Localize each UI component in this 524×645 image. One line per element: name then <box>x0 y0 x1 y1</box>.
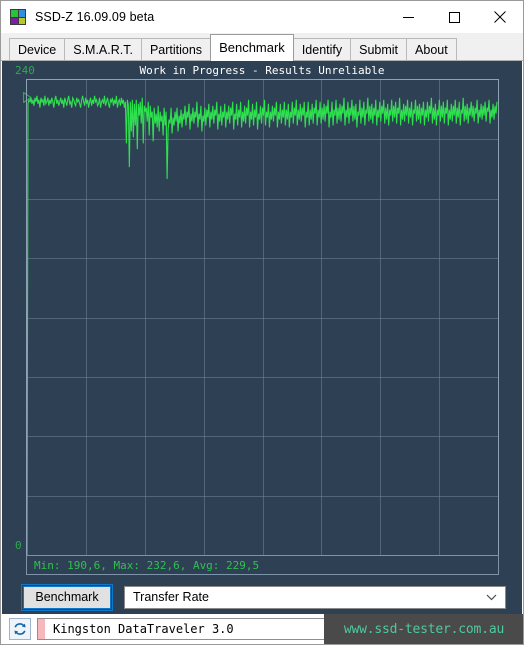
benchmark-stats-text: Min: 190,6, Max: 232,6, Avg: 229,5 <box>34 558 260 572</box>
tab-smart[interactable]: S.M.A.R.T. <box>64 38 142 60</box>
tab-partitions[interactable]: Partitions <box>140 38 212 60</box>
title-bar: SSD-Z 16.09.09 beta <box>1 1 523 33</box>
tab-identify[interactable]: Identify <box>292 38 352 60</box>
window-title: SSD-Z 16.09.09 beta <box>35 10 155 24</box>
tab-benchmark[interactable]: Benchmark <box>210 34 294 61</box>
tab-submit[interactable]: Submit <box>350 38 408 60</box>
chevron-down-icon <box>486 588 497 606</box>
graph-title: Work in Progress - Results Unreliable <box>139 64 385 77</box>
benchmark-panel: Work in Progress - Results Unreliable 24… <box>2 61 522 614</box>
y-axis-max-label: 240 <box>15 64 35 77</box>
benchmark-run-button[interactable]: Benchmark <box>21 583 113 611</box>
benchmark-stats: Min: 190,6, Max: 232,6, Avg: 229,5 <box>26 555 499 575</box>
benchmark-graph <box>26 79 499 556</box>
window-controls <box>385 1 523 33</box>
trace-cursor-icon <box>16 92 32 103</box>
benchmark-mode-value: Transfer Rate <box>133 590 209 604</box>
tab-device[interactable]: Device <box>9 38 66 60</box>
refresh-icon[interactable] <box>9 618 31 640</box>
y-axis-min-label: 0 <box>15 539 22 552</box>
close-button[interactable] <box>477 1 523 33</box>
benchmark-mode-select[interactable]: Transfer Rate <box>124 585 506 609</box>
device-name-text: Kingston DataTraveler 3.0 <box>53 622 234 636</box>
maximize-button[interactable] <box>431 1 477 33</box>
minimize-button[interactable] <box>385 1 431 33</box>
device-status-swatch <box>38 619 45 639</box>
tab-about[interactable]: About <box>406 38 457 60</box>
ssdz-logo-icon <box>10 9 26 25</box>
benchmark-controls: Benchmark Transfer Rate <box>2 580 522 614</box>
site-watermark: www.ssd-tester.com.au <box>324 614 523 644</box>
ssdz-window: SSD-Z 16.09.09 beta Device S.M.A.R.T. Pa… <box>0 0 524 645</box>
watermark-text: www.ssd-tester.com.au <box>343 621 505 637</box>
tab-bar: Device S.M.A.R.T. Partitions Benchmark I… <box>1 33 523 61</box>
